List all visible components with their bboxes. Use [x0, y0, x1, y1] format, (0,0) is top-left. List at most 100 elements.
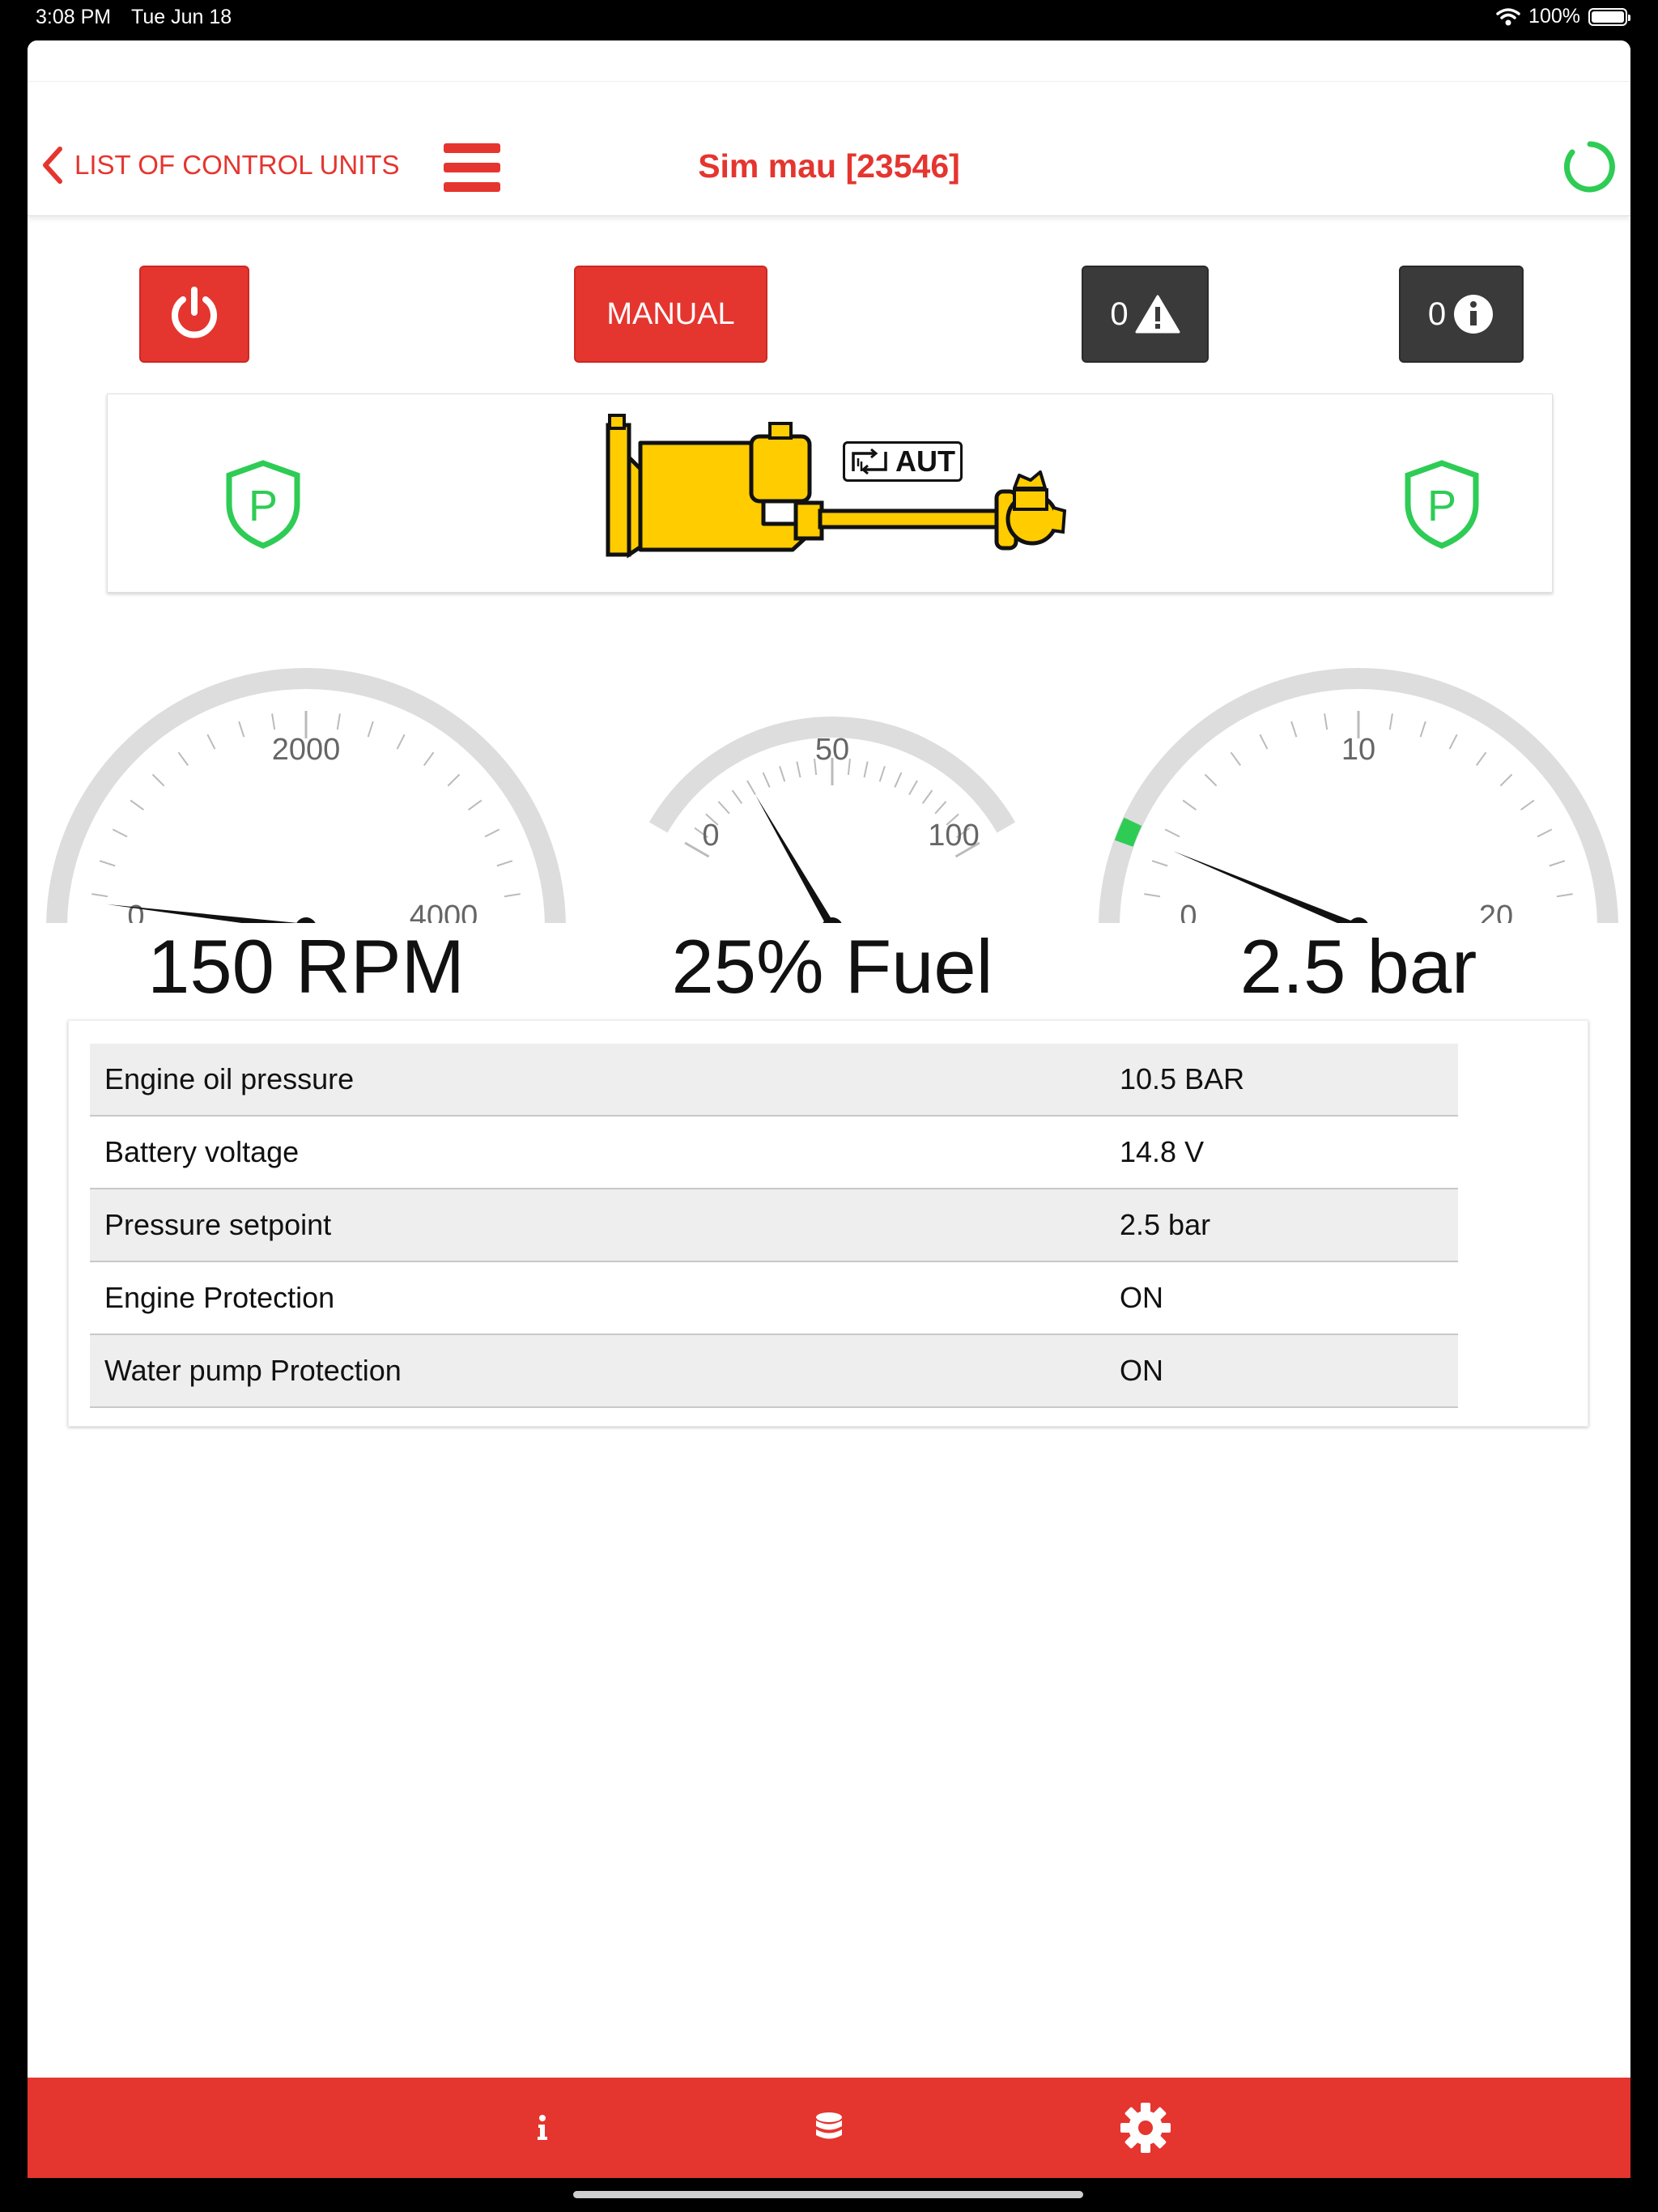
- row-label: Water pump Protection: [104, 1354, 402, 1387]
- gauge-tick: [934, 801, 947, 815]
- gauge-needle: [1172, 851, 1360, 932]
- gauge-needle-hub: [1348, 917, 1369, 938]
- status-bar: 3:08 PM Tue Jun 18 100%: [0, 0, 1658, 36]
- gauge-tick: [863, 761, 869, 778]
- gauge-tick: [238, 721, 245, 738]
- gauge-tick: [1419, 721, 1426, 738]
- row-value: 2.5 bar: [1120, 1208, 1211, 1241]
- gauge-tick: [779, 765, 786, 782]
- gauge-tick: [1182, 799, 1197, 811]
- auto-mode-label: AUT: [895, 445, 955, 478]
- gauge-tick: [91, 893, 108, 898]
- gauge-tick: [1388, 713, 1393, 730]
- gauge-tick: [468, 799, 483, 811]
- pressure-value: 2.5 bar: [1239, 924, 1477, 1009]
- tab-settings[interactable]: [1101, 2078, 1190, 2178]
- info-circle-icon: [1454, 295, 1494, 334]
- gauge-max-label: 4000: [410, 900, 478, 923]
- alarms-button[interactable]: 0: [1082, 266, 1209, 363]
- table-row: Engine oil pressure 10.5 BAR: [90, 1044, 1458, 1117]
- rpm-value: 150 RPM: [147, 924, 465, 1009]
- mode-button[interactable]: MANUAL: [574, 266, 767, 363]
- table-row: Pressure setpoint 2.5 bar: [90, 1189, 1458, 1262]
- row-label: Engine oil pressure: [104, 1062, 355, 1095]
- info-button[interactable]: 0: [1399, 266, 1524, 363]
- gear-icon: [1120, 2103, 1171, 2153]
- home-indicator[interactable]: [573, 2191, 1083, 2198]
- gauge-tick: [762, 772, 771, 788]
- gauge-tick: [717, 801, 730, 815]
- gauge-max-label: 20: [1479, 900, 1513, 923]
- engine-protection-label: P: [249, 482, 278, 530]
- gauge-tick: [447, 773, 461, 787]
- gauge-tick: [423, 751, 435, 766]
- tab-database[interactable]: [789, 2078, 869, 2178]
- info-count: 0: [1427, 296, 1447, 332]
- fuel-gauge: 0 50 100: [581, 623, 1083, 938]
- gauge-tick: [151, 773, 165, 787]
- gauge-tick: [1204, 773, 1218, 787]
- parameters-card: Engine oil pressure 10.5 BAR Battery vol…: [68, 1020, 1588, 1427]
- gauge-tick: [206, 734, 216, 750]
- bottom-tab-bar: [28, 2078, 1630, 2178]
- gauge-tick: [1259, 734, 1269, 750]
- gauge-tick: [878, 765, 886, 782]
- row-value: ON: [1120, 1354, 1163, 1387]
- battery-icon: [1588, 7, 1630, 26]
- tab-info[interactable]: [502, 2078, 583, 2178]
- gauge-tick: [921, 789, 933, 804]
- gauge-tick: [746, 780, 756, 795]
- gauge-tick: [1151, 860, 1168, 867]
- gauge-tick: [177, 751, 189, 766]
- engine-protection-shield-icon: P: [226, 460, 300, 549]
- row-label: Engine Protection: [104, 1281, 335, 1314]
- row-value: 14.8 V: [1120, 1135, 1205, 1168]
- rpm-gauge: 0 2000 4000: [31, 623, 581, 938]
- status-time: 3:08 PM: [36, 6, 112, 28]
- engine-pump-illustration: [606, 414, 1067, 559]
- gauge-needle-hub: [295, 917, 317, 938]
- row-value: 10.5 BAR: [1120, 1062, 1245, 1095]
- info-icon: [538, 2115, 547, 2140]
- table-row: Engine Protection ON: [90, 1262, 1458, 1335]
- gauge-tick: [271, 713, 276, 730]
- gauge-tick: [1549, 860, 1566, 867]
- status-date: Tue Jun 18: [131, 6, 232, 28]
- gauge-tick: [112, 828, 128, 838]
- gauge-tick: [796, 761, 801, 778]
- warning-icon: [1135, 295, 1180, 334]
- gauge-tick: [496, 860, 513, 867]
- power-button[interactable]: [139, 266, 249, 363]
- alarm-count: 0: [1110, 296, 1129, 332]
- gauge-tick: [1499, 773, 1513, 787]
- gauge-tick: [1537, 828, 1553, 838]
- gauge-tick: [484, 828, 500, 838]
- gauge-tick: [731, 789, 743, 804]
- gauge-mid-label: 10: [1341, 733, 1375, 767]
- power-icon: [172, 287, 217, 338]
- pump-protection-label: P: [1427, 482, 1456, 530]
- wifi-icon: [1496, 7, 1520, 25]
- gauge-tick: [894, 772, 903, 788]
- connection-spinner-icon: [1564, 141, 1615, 193]
- gauge-mid-label: 50: [815, 733, 849, 767]
- gauge-tick: [396, 734, 406, 750]
- page-title: Sim mau [23546]: [698, 147, 960, 185]
- gauge-tick: [908, 780, 918, 795]
- transfer-arrows-icon: [852, 448, 887, 475]
- row-label: Pressure setpoint: [104, 1208, 332, 1241]
- table-row: Battery voltage 14.8 V: [90, 1117, 1458, 1189]
- gauge-tick: [1324, 713, 1329, 730]
- gauge-mid-label: 2000: [272, 733, 341, 767]
- pump-protection-shield-icon: P: [1405, 460, 1479, 549]
- status-indicators: 100%: [1496, 5, 1630, 28]
- row-value: ON: [1120, 1281, 1163, 1314]
- gauge-tick: [1448, 734, 1458, 750]
- gauge-needle: [755, 794, 836, 930]
- gauge-tick: [1475, 751, 1487, 766]
- gauge-tick: [1144, 893, 1161, 898]
- table-row: Water pump Protection ON: [90, 1335, 1458, 1408]
- gauge-tick: [504, 893, 521, 898]
- gauge-tick: [1556, 893, 1573, 898]
- row-label: Battery voltage: [104, 1135, 300, 1168]
